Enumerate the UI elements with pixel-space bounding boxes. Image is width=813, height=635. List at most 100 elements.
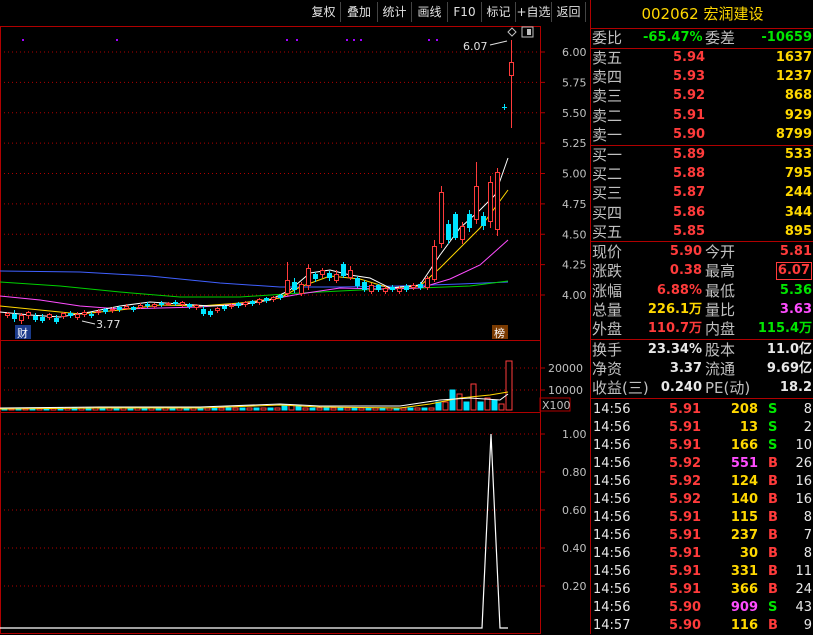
tick-row[interactable]: 14:56 5.92 124 B 16 xyxy=(591,473,813,491)
order-book-row[interactable]: 买三 5.87 244 xyxy=(591,184,813,202)
stat-label: 最低 xyxy=(705,281,736,300)
tick-row[interactable]: 14:56 5.92 551 B 26 xyxy=(591,455,813,473)
tick-row[interactable]: 14:57 5.90 116 B 9 xyxy=(591,617,813,635)
tick-row[interactable]: 14:56 5.91 331 B 11 xyxy=(591,563,813,581)
order-price: 5.89 xyxy=(673,147,706,162)
stat-label: 总量 xyxy=(592,300,623,319)
tick-volume: 208 xyxy=(730,402,758,417)
fundamental-value: 18.2 xyxy=(779,380,812,395)
volume-bar xyxy=(204,407,211,411)
order-book-row[interactable]: 买二 5.88 795 xyxy=(591,165,813,183)
candle-body xyxy=(502,107,507,108)
indicator-y-axis: 1.00 0.80 0.60 0.40 0.20 xyxy=(540,428,587,593)
candle-body xyxy=(327,273,332,278)
toolbar-button[interactable]: +自选 xyxy=(516,2,552,22)
toolbar-button[interactable]: 画线 xyxy=(412,2,448,22)
volume-bar xyxy=(421,407,428,411)
toolbar-button[interactable]: F10 xyxy=(448,2,482,22)
volume-bar xyxy=(302,407,309,411)
order-volume: 8799 xyxy=(775,126,812,142)
volume-tick-label: 20000 xyxy=(548,362,583,375)
candle-body xyxy=(194,305,199,308)
diamond-icon[interactable] xyxy=(507,27,517,37)
tick-row[interactable]: 14:56 5.91 13 S 2 xyxy=(591,419,813,437)
candle-body xyxy=(40,317,45,321)
volume-bar xyxy=(337,407,344,411)
tick-row[interactable]: 14:56 5.91 166 S 10 xyxy=(591,437,813,455)
order-volume: 344 xyxy=(784,204,812,220)
candle-body xyxy=(19,315,24,321)
panel-toggle-icon[interactable] xyxy=(521,26,534,38)
low-price-label: 3.77 xyxy=(96,318,121,331)
fundamental-value: 9.69亿 xyxy=(766,361,812,376)
order-book-row[interactable]: 卖五 5.94 1637 xyxy=(591,49,813,67)
candle-body xyxy=(355,278,360,286)
weicha-label: 委差 xyxy=(705,29,736,47)
order-price: 5.94 xyxy=(673,50,706,65)
toolbar-button[interactable]: 叠加 xyxy=(341,2,378,22)
tick-row[interactable]: 14:56 5.91 115 B 8 xyxy=(591,509,813,527)
kline-panel-frame xyxy=(0,26,541,341)
tick-row[interactable]: 14:56 5.91 237 B 7 xyxy=(591,527,813,545)
order-level-label: 卖五 xyxy=(592,49,623,67)
order-book-row[interactable]: 卖四 5.93 1237 xyxy=(591,68,813,86)
tick-side: S xyxy=(768,438,778,453)
candle-body xyxy=(215,308,220,311)
fundamental-value: 11.0亿 xyxy=(766,342,812,357)
fundamental-row: 收益(三) 0.240 PE(动) 18.2 xyxy=(591,379,813,397)
tick-price: 5.90 xyxy=(669,600,702,615)
volume-bar xyxy=(428,407,435,411)
order-book-row[interactable]: 卖三 5.92 868 xyxy=(591,87,813,105)
order-book-row[interactable]: 买四 5.86 344 xyxy=(591,204,813,222)
candle-body xyxy=(264,298,269,301)
ma-line xyxy=(0,157,509,318)
order-book-row[interactable]: 买五 5.85 895 xyxy=(591,223,813,241)
candle-body xyxy=(460,226,465,240)
tick-volume: 124 xyxy=(730,474,758,489)
fundamental-label: 流通 xyxy=(705,360,736,378)
indicator-tick-label: 1.00 xyxy=(562,428,587,441)
finance-badge-label: 财 xyxy=(17,326,28,340)
tick-row[interactable]: 14:56 5.91 208 S 8 xyxy=(591,401,813,419)
tick-count: 16 xyxy=(795,492,812,507)
finance-badge[interactable]: 财 xyxy=(15,325,31,340)
candle-body xyxy=(369,285,374,292)
tick-time: 14:56 xyxy=(593,510,631,525)
candle-body xyxy=(82,312,87,315)
volume-bar xyxy=(260,407,267,411)
tick-count: 24 xyxy=(795,582,812,597)
volume-bar xyxy=(246,407,253,411)
order-book-row[interactable]: 买一 5.89 533 xyxy=(591,146,813,164)
toolbar-button[interactable]: 复权 xyxy=(307,2,341,22)
tick-row[interactable]: 14:56 5.91 366 B 24 xyxy=(591,581,813,599)
tick-row[interactable]: 14:56 5.90 909 S 43 xyxy=(591,599,813,617)
volume-bar xyxy=(484,397,491,411)
toolbar-button[interactable]: 标记 xyxy=(482,2,516,22)
toolbar-button[interactable]: 统计 xyxy=(378,2,412,22)
volume-y-axis: 20000 10000 xyxy=(540,362,583,397)
order-book-row[interactable]: 卖二 5.91 929 xyxy=(591,107,813,125)
ranking-badge[interactable]: 榜 xyxy=(492,325,508,340)
order-book-row[interactable]: 卖一 5.90 8799 xyxy=(591,126,813,144)
tick-side: B xyxy=(768,456,778,471)
stat-value: 110.7万 xyxy=(647,321,702,337)
tick-row[interactable]: 14:56 5.92 140 B 16 xyxy=(591,491,813,509)
stat-value: 6.07 xyxy=(775,262,812,281)
order-volume: 1237 xyxy=(775,69,812,85)
volume-bar xyxy=(344,407,351,411)
price-chart[interactable]: 6.00 5.75 5.50 5.25 5.00 4.75 4.50 4.25 4.00 200… xyxy=(0,0,590,634)
candle-body xyxy=(271,297,276,300)
tick-side: S xyxy=(768,420,778,435)
tick-row[interactable]: 14:56 5.91 30 B 8 xyxy=(591,545,813,563)
fundamental-label: 换手 xyxy=(592,341,623,359)
order-volume: 895 xyxy=(784,223,812,239)
tick-count: 7 xyxy=(803,528,812,543)
order-price: 5.90 xyxy=(673,126,706,142)
y-tick-label: 5.00 xyxy=(562,168,587,181)
candle-body xyxy=(418,284,423,288)
y-tick-label: 4.25 xyxy=(562,259,587,272)
candle-body xyxy=(201,309,206,314)
toolbar-button[interactable]: 返回 xyxy=(552,2,586,22)
tick-time: 14:56 xyxy=(593,528,631,543)
volume-bar xyxy=(414,407,421,411)
